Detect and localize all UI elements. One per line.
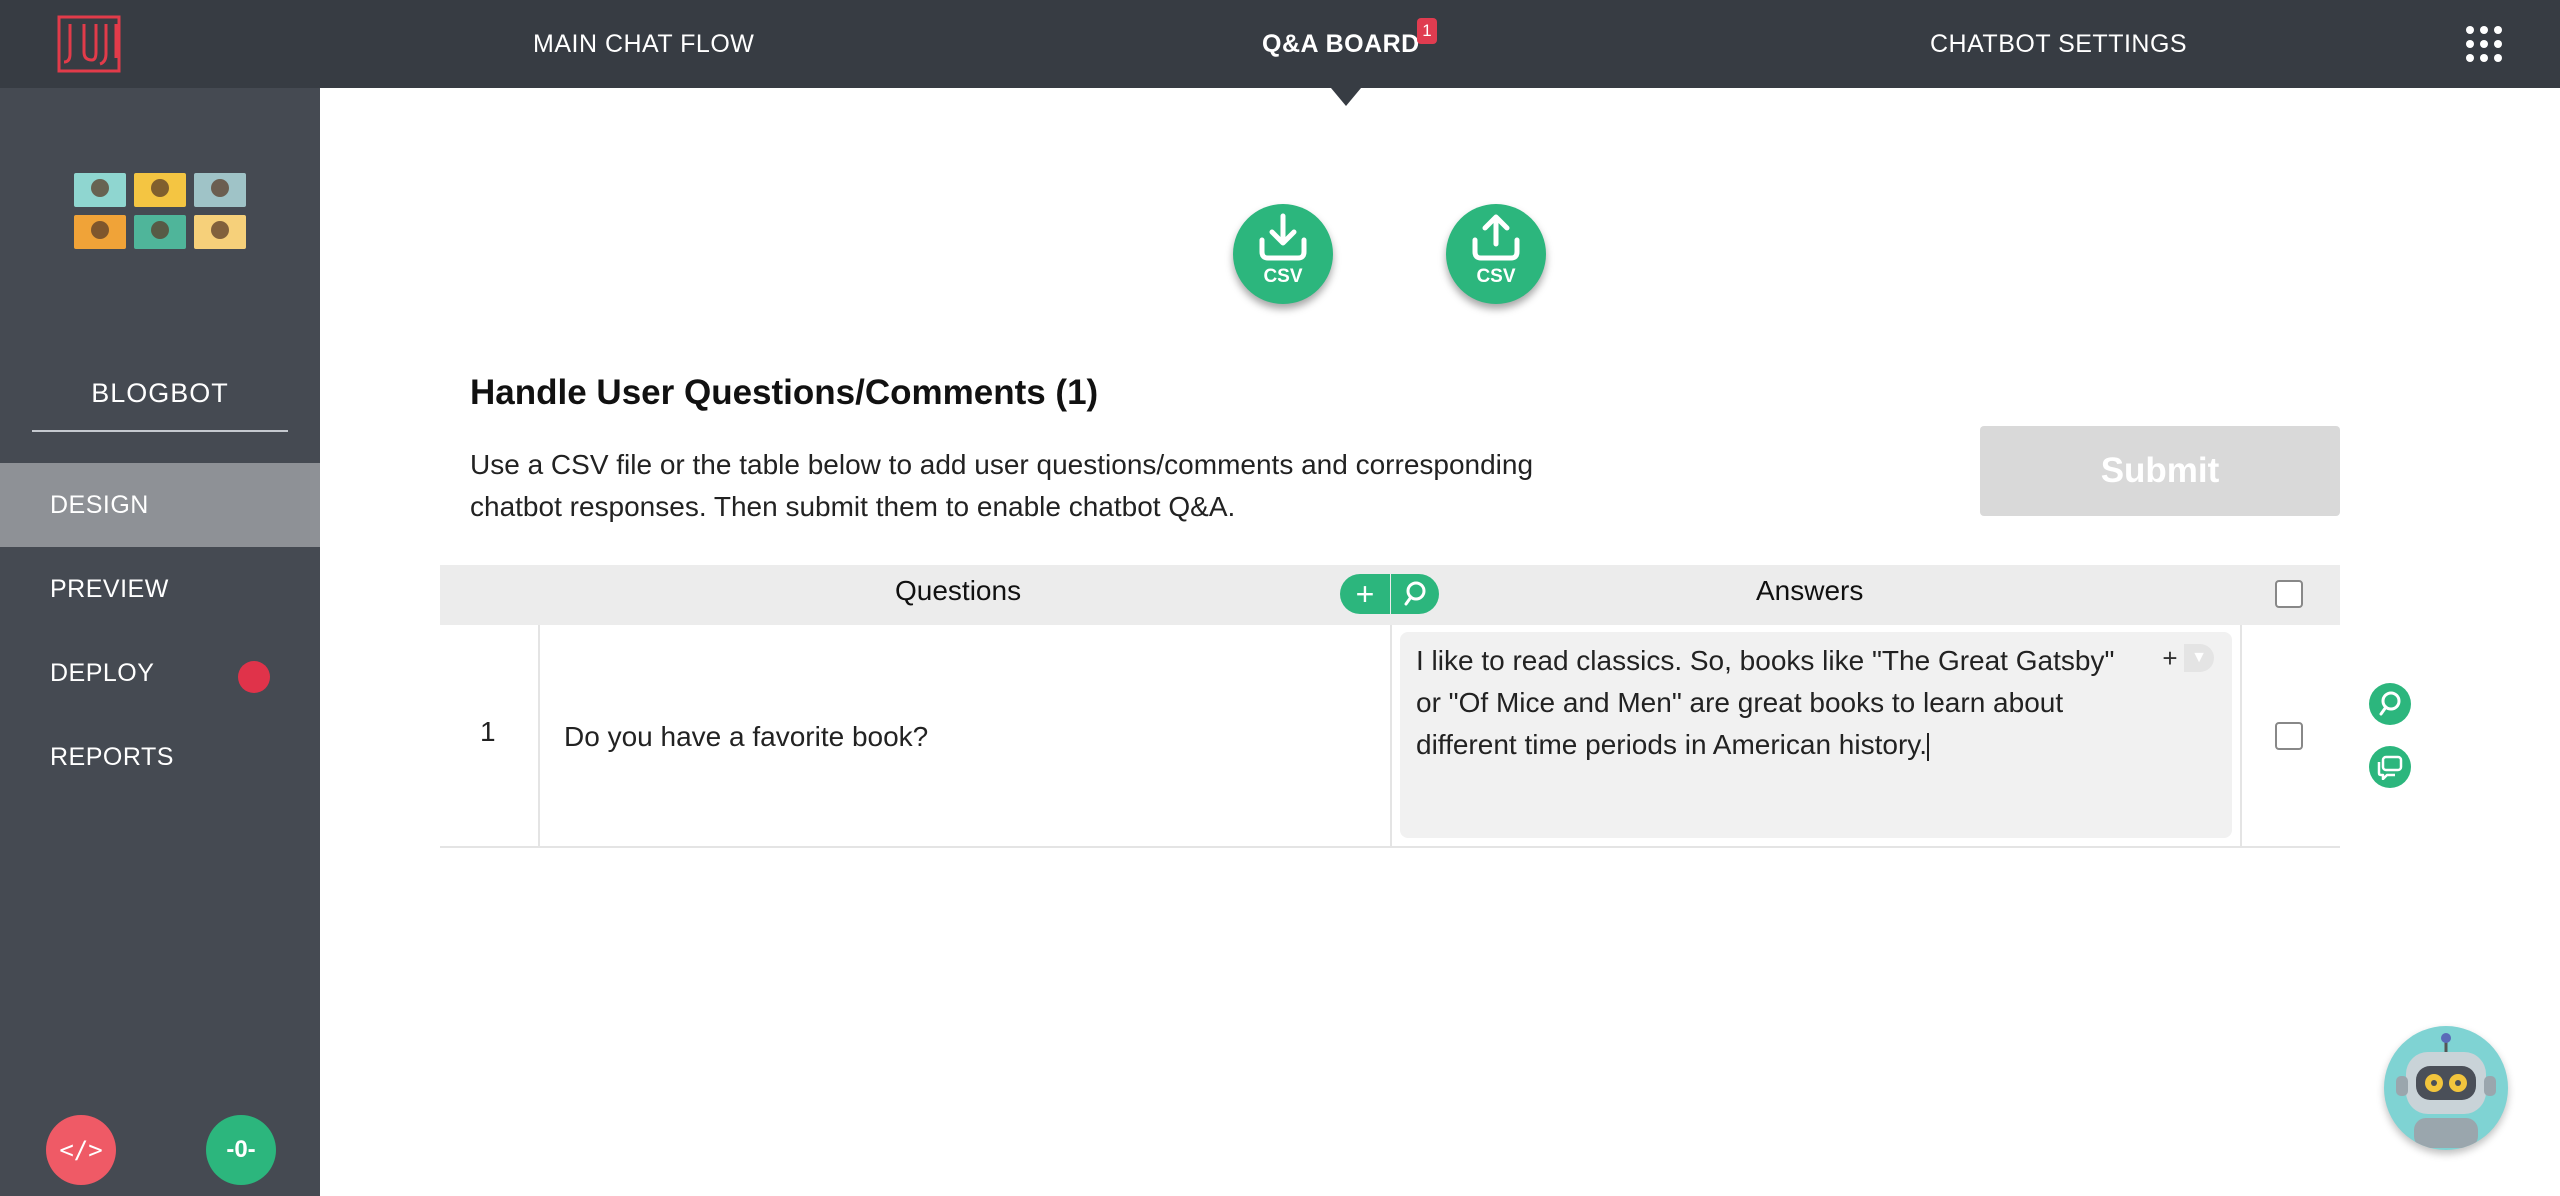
chevron-down-icon[interactable]: ▼ xyxy=(2184,644,2214,672)
answer-text-field[interactable]: I like to read classics. So, books like … xyxy=(1416,640,2136,766)
deploy-status-dot xyxy=(238,661,270,693)
chat-icon xyxy=(2377,755,2403,780)
chat-test-button[interactable] xyxy=(2369,746,2411,788)
download-csv-button[interactable]: CSV xyxy=(1233,204,1333,304)
search-questions-button[interactable] xyxy=(1391,574,1439,614)
robot-icon xyxy=(2396,1033,2496,1148)
search-icon xyxy=(1404,581,1426,606)
text-cursor xyxy=(1926,732,1929,761)
sidebar-item-reports[interactable]: REPORTS xyxy=(0,715,320,799)
sidebar-item-label: REPORTS xyxy=(50,742,174,771)
sidebar: BLOGBOT DESIGN PREVIEW DEPLOY REPORTS </… xyxy=(0,88,320,1196)
answer-text: I like to read classics. So, books like … xyxy=(1416,645,2115,760)
active-tab-indicator xyxy=(1331,88,1361,106)
sidebar-item-label: DESIGN xyxy=(50,490,149,519)
csv-label: CSV xyxy=(1476,266,1516,287)
chatbot-helper-avatar[interactable] xyxy=(2384,1026,2508,1150)
top-bar: MAIN CHAT FLOW Q&A BOARD 1 CHATBOT SETTI… xyxy=(0,0,2560,88)
qa-board-badge: 1 xyxy=(1417,18,1437,44)
page-title: Handle User Questions/Comments (1) xyxy=(470,373,1099,412)
status-toggle-button[interactable]: -0- xyxy=(206,1115,276,1185)
column-header-answers: Answers xyxy=(1756,575,1864,606)
search-similar-button[interactable] xyxy=(2369,683,2411,725)
nav-chatbot-settings[interactable]: CHATBOT SETTINGS xyxy=(1930,0,2187,88)
column-header-questions: Questions xyxy=(895,575,1022,606)
bot-avatar-collage xyxy=(74,173,246,249)
add-question-button[interactable]: + xyxy=(1340,574,1390,614)
csv-label: CSV xyxy=(1263,266,1303,287)
select-all-checkbox[interactable] xyxy=(2275,580,2303,608)
sidebar-item-preview[interactable]: PREVIEW xyxy=(0,547,320,631)
upload-csv-button[interactable]: CSV xyxy=(1446,204,1546,304)
sidebar-item-label: DEPLOY xyxy=(50,658,155,687)
download-icon xyxy=(1259,213,1307,261)
divider xyxy=(32,430,288,432)
divider xyxy=(440,846,2340,848)
question-cell[interactable]: Do you have a favorite book? xyxy=(564,721,928,753)
apps-grid-icon[interactable] xyxy=(2466,26,2502,62)
sidebar-item-design[interactable]: DESIGN xyxy=(0,463,320,547)
page-description: Use a CSV file or the table below to add… xyxy=(470,449,1534,522)
juji-logo[interactable] xyxy=(56,14,122,74)
divider xyxy=(538,625,540,847)
answer-cell[interactable]: I like to read classics. So, books like … xyxy=(1400,632,2232,838)
embed-code-button[interactable]: </> xyxy=(46,1115,116,1185)
table-header xyxy=(440,565,2340,625)
search-icon xyxy=(2379,691,2401,716)
sidebar-item-deploy[interactable]: DEPLOY xyxy=(0,631,320,715)
row-number: 1 xyxy=(480,716,496,747)
row-select-checkbox[interactable] xyxy=(2275,722,2303,750)
nav-qa-board[interactable]: Q&A BOARD xyxy=(1262,0,1420,88)
bot-name: BLOGBOT xyxy=(91,378,229,408)
upload-icon xyxy=(1472,214,1520,261)
sidebar-item-label: PREVIEW xyxy=(50,574,169,603)
divider xyxy=(1390,625,1392,847)
submit-button[interactable]: Submit xyxy=(1980,426,2340,516)
add-answer-button[interactable]: + xyxy=(2156,643,2184,673)
nav-main-chat-flow[interactable]: MAIN CHAT FLOW xyxy=(533,0,754,88)
divider xyxy=(2240,625,2242,847)
